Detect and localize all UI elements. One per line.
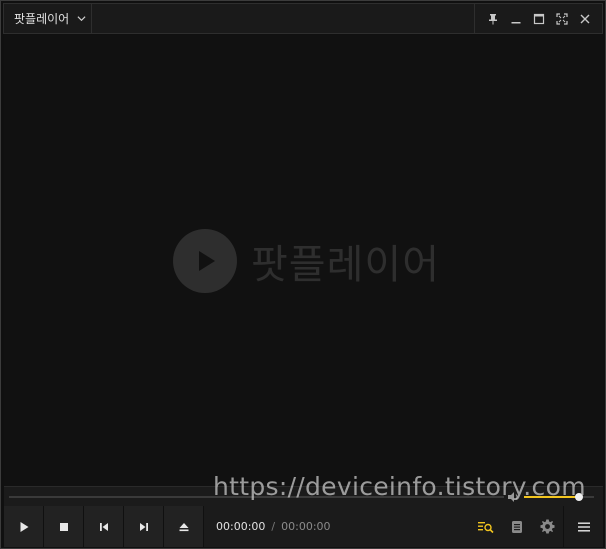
current-time: 00:00:00 <box>216 520 266 533</box>
document-list-icon <box>511 520 522 533</box>
potplayer-logo: 팟플레이어 <box>173 229 440 293</box>
chapter-list-button[interactable] <box>501 506 532 547</box>
fullscreen-icon <box>555 12 568 25</box>
total-time: 00:00:00 <box>281 520 331 533</box>
logo-text: 팟플레이어 <box>251 242 440 288</box>
watermark-text: https://deviceinfo.tistory.com <box>213 472 586 501</box>
pin-button[interactable] <box>485 11 501 27</box>
chevron-down-icon <box>77 16 86 22</box>
close-button[interactable] <box>577 11 593 27</box>
play-logo-icon <box>173 229 237 293</box>
eject-icon <box>179 522 188 531</box>
play-icon <box>20 521 28 532</box>
video-area[interactable]: 팟플레이어 <box>4 35 603 486</box>
close-icon <box>580 14 589 23</box>
play-button[interactable] <box>4 506 44 547</box>
minimize-button[interactable] <box>508 11 524 27</box>
skip-previous-icon <box>99 522 108 531</box>
main-menu-button[interactable] <box>563 506 603 547</box>
open-file-button[interactable] <box>164 506 204 547</box>
control-bar: 00:00:00 / 00:00:00 <box>4 506 603 547</box>
minimize-icon <box>511 21 520 23</box>
time-separator: / <box>271 520 276 533</box>
time-display: 00:00:00 / 00:00:00 <box>204 506 470 547</box>
title-bar: 팟플레이어 <box>3 3 603 34</box>
gear-icon <box>540 519 555 534</box>
right-controls <box>470 506 603 547</box>
maximize-button[interactable] <box>531 11 547 27</box>
fullscreen-button[interactable] <box>554 11 570 27</box>
stop-button[interactable] <box>44 506 84 547</box>
stop-icon <box>59 522 68 531</box>
skip-next-icon <box>139 522 148 531</box>
previous-button[interactable] <box>84 506 124 547</box>
playlist-search-icon <box>477 521 494 533</box>
pin-icon <box>488 13 497 24</box>
potplayer-window: 팟플레이어 팟플레이어 00:00:00 / 00:00:00 https://… <box>0 0 606 549</box>
settings-button[interactable] <box>532 506 563 547</box>
maximize-icon <box>533 13 544 24</box>
hamburger-menu-icon <box>577 522 590 531</box>
app-menu-button[interactable]: 팟플레이어 <box>4 4 92 33</box>
window-controls <box>474 4 602 33</box>
app-menu-label: 팟플레이어 <box>14 12 70 26</box>
playlist-search-button[interactable] <box>470 506 501 547</box>
next-button[interactable] <box>124 506 164 547</box>
